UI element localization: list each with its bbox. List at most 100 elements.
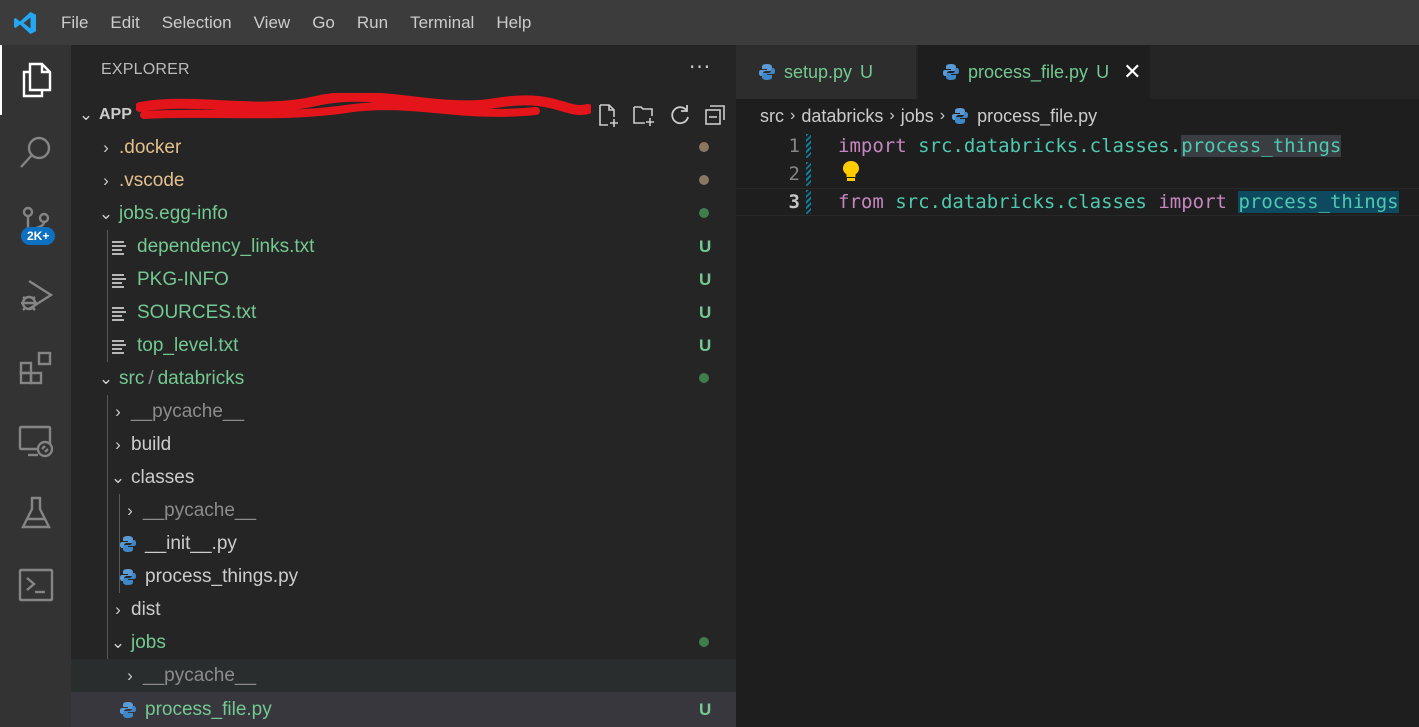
tree-folder-build[interactable]: › build [71,428,736,461]
untracked-dot [699,637,709,647]
chevron-right-icon: › [889,107,895,124]
line-number: 3 [788,191,800,213]
untracked-status: U [699,269,712,289]
collapse-all-icon[interactable] [703,103,727,127]
untracked-status: U [699,699,712,719]
flask-icon [20,496,51,529]
menu-terminal[interactable]: Terminal [399,0,485,45]
terminal-icon [18,568,53,602]
explorer-title: EXPLORER [101,61,190,78]
menu-selection[interactable]: Selection [151,0,243,45]
tree-folder-pycache[interactable]: › __pycache__ [71,659,736,692]
chevron-right-icon: › [103,137,109,157]
tree-label: __pycache__ [131,400,245,422]
git-added-gutter [806,162,811,186]
close-tab-icon[interactable]: ✕ [1123,59,1141,85]
tree-label: src [119,367,145,389]
modified-dot [699,175,709,185]
tree-file-process-things[interactable]: process_things.py [71,560,736,593]
new-folder-icon[interactable] [632,103,656,127]
untracked-dot [699,373,709,383]
search-activity[interactable] [0,117,71,187]
code-line[interactable]: 3 from src.databricks.classes import pro… [736,188,1419,216]
chevron-down-icon: ⌄ [110,632,126,652]
breadcrumb-item[interactable]: jobs [901,106,934,127]
tree-folder-vscode[interactable]: › .vscode [71,164,736,197]
explorer-activity[interactable] [0,45,71,115]
module-path: src.databricks.classes. [918,135,1182,157]
breadcrumb-item[interactable]: databricks [801,106,883,127]
breadcrumb-item[interactable]: src [760,106,784,127]
code-line[interactable]: 2 [736,160,1419,188]
vscode-logo-icon [0,0,50,45]
tree-folder-dist[interactable]: › dist [71,593,736,626]
terminal-activity[interactable] [0,550,71,620]
tab-label: setup.py [784,61,853,82]
line-number: 1 [788,135,800,157]
chevron-down-icon: ⌄ [110,467,126,487]
tree-folder-pycache[interactable]: › __pycache__ [71,494,736,527]
remote-explorer-activity[interactable] [0,406,71,476]
tree-folder-docker[interactable]: › .docker [71,131,736,164]
tab-process-file-py[interactable]: process_file.py U ✕ [918,45,1150,99]
git-added-gutter [806,190,811,214]
tree-file-pkg-info[interactable]: PKG-INFO U [71,263,736,296]
tree-folder-src-databricks[interactable]: ⌄ src / databricks [71,362,736,395]
tree-label: .docker [119,136,182,158]
tree-label: __pycache__ [143,664,257,686]
tree-file-sources[interactable]: SOURCES.txt U [71,296,736,329]
tree-label: process_things.py [145,565,299,587]
testing-activity[interactable] [0,478,71,548]
code-text: from src.databricks.classes import proce… [838,191,1399,213]
python-icon [119,568,137,586]
extensions-activity[interactable] [0,333,71,403]
run-debug-icon [20,279,53,311]
tree-folder-classes[interactable]: ⌄ classes [71,461,736,494]
untracked-status: U [699,335,712,355]
menu-go[interactable]: Go [301,0,346,45]
highlighted-symbol: process_things [1238,191,1399,213]
menu-view[interactable]: View [243,0,302,45]
tree-file-dependency-links[interactable]: dependency_links.txt U [71,230,736,263]
tree-folder-pycache[interactable]: › __pycache__ [71,395,736,428]
tree-label: dist [131,598,161,620]
tree-folder-jobs-egg-info[interactable]: ⌄ jobs.egg-info [71,197,736,230]
new-file-icon[interactable] [596,103,620,127]
menu-help[interactable]: Help [485,0,542,45]
path-separator: / [148,367,154,389]
tree-label: databricks [157,367,245,389]
tree-file-top-level[interactable]: top_level.txt U [71,329,736,362]
run-debug-activity[interactable] [0,261,71,331]
tree-file-process-file[interactable]: process_file.py U [71,692,736,727]
python-icon [942,63,960,81]
menu-file[interactable]: File [50,0,99,45]
python-icon [119,535,137,553]
extensions-icon [19,351,51,385]
python-icon [951,107,969,125]
code-line[interactable]: 1 import src.databricks.classes.process_… [736,132,1419,160]
line-number: 2 [788,163,800,185]
tab-status: U [1096,61,1110,82]
tree-label: __pycache__ [143,499,257,521]
modified-dot [699,142,709,152]
tree-file-init[interactable]: __init__.py [71,527,736,560]
tree-label: PKG-INFO [137,268,229,290]
untracked-status: U [699,236,712,256]
python-icon [119,701,137,719]
python-icon [758,63,776,81]
lightbulb-icon[interactable] [842,160,860,182]
menu-edit[interactable]: Edit [99,0,150,45]
tab-setup-py[interactable]: setup.py U [736,45,916,99]
tree-label: jobs [131,631,166,653]
highlighted-symbol: process_things [1181,135,1342,157]
tree-label: top_level.txt [137,334,239,356]
refresh-icon[interactable] [668,103,692,127]
source-control-activity[interactable] [0,188,71,258]
tree-folder-jobs[interactable]: ⌄ jobs [71,626,736,659]
menu-run[interactable]: Run [346,0,399,45]
chevron-down-icon: ⌄ [78,104,94,124]
tree-label: jobs.egg-info [119,202,228,224]
chevron-right-icon: › [115,599,121,619]
breadcrumb-item[interactable]: process_file.py [977,106,1097,127]
more-actions-icon[interactable]: ··· [689,55,711,79]
